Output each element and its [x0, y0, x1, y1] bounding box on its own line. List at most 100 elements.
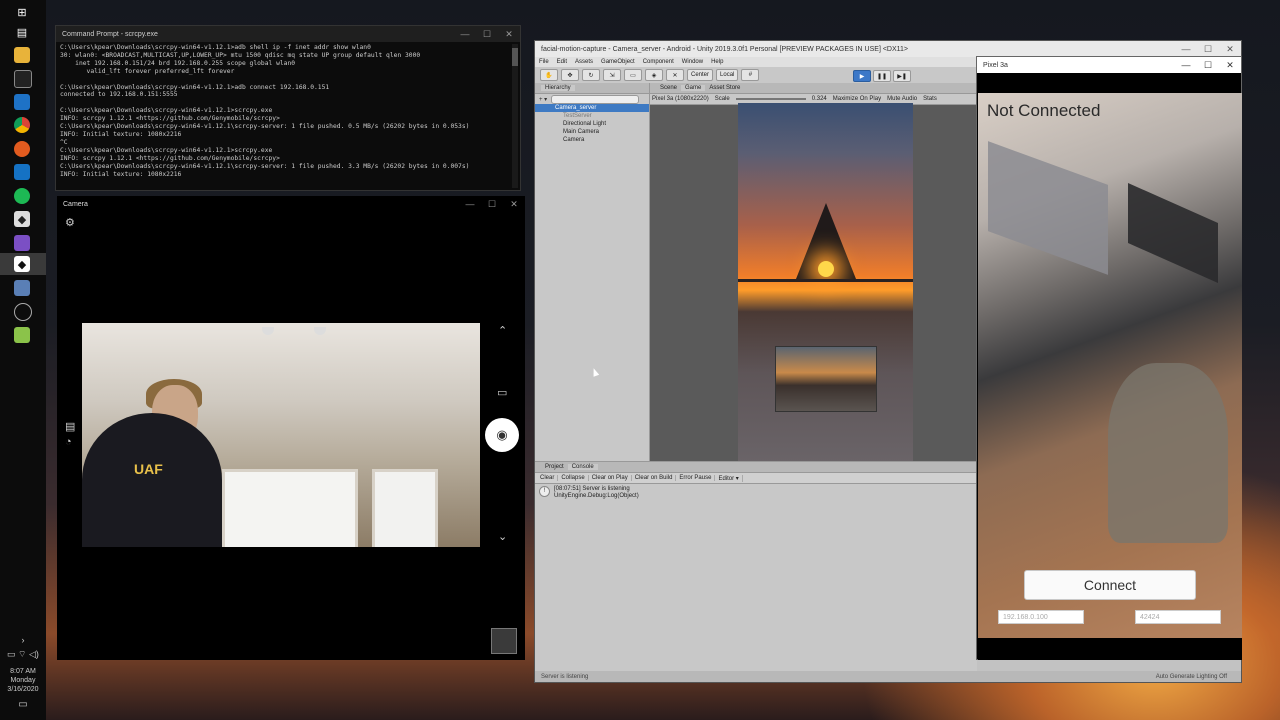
- maximize-icon[interactable]: ☐: [481, 196, 503, 212]
- close-icon[interactable]: ✕: [503, 196, 525, 212]
- game-canvas[interactable]: [738, 103, 913, 463]
- hierarchy-item-testserver[interactable]: TestServer: [535, 112, 649, 120]
- stats-toggle[interactable]: Stats: [923, 96, 937, 102]
- close-icon[interactable]: ✕: [1219, 41, 1241, 57]
- hierarchy-item-main-camera[interactable]: Main Camera: [535, 128, 649, 136]
- firefox-icon[interactable]: [14, 141, 30, 157]
- menu-window[interactable]: Window: [682, 59, 703, 65]
- take-photo-button[interactable]: ◉: [485, 418, 519, 452]
- console-editor-dropdown[interactable]: Editor ▾: [715, 474, 743, 482]
- minimize-icon[interactable]: —: [1175, 41, 1197, 57]
- spotify-icon[interactable]: [14, 188, 30, 204]
- outlook-icon[interactable]: [14, 164, 30, 180]
- hand-tool-icon[interactable]: ✋: [540, 69, 558, 81]
- display-resolution-dropdown[interactable]: Pixel 3a (1080x2220): [652, 96, 709, 102]
- minimize-icon[interactable]: —: [454, 26, 476, 42]
- scale-tool-icon[interactable]: ⇲: [603, 69, 621, 81]
- auto-lighting-status[interactable]: Auto Generate Lighting Off: [1156, 674, 1241, 680]
- clock-icon[interactable]: [14, 303, 32, 321]
- cmd-output[interactable]: C:\Users\kpear\Downloads\scrcpy-win64-v1…: [56, 42, 520, 192]
- tray-icons[interactable]: ▭ ⌔ ◁): [0, 650, 46, 659]
- minimize-icon[interactable]: —: [459, 196, 481, 212]
- console-clear-on-play-button[interactable]: Clear on Play: [589, 475, 632, 481]
- hierarchy-add-button[interactable]: + ▾: [539, 96, 547, 103]
- rotate-tool-icon[interactable]: ↻: [582, 69, 600, 81]
- hdr-icon[interactable]: ▤: [65, 420, 75, 433]
- cmd-line: C:\Users\kpear\Downloads\scrcpy-win64-v1…: [60, 162, 470, 170]
- notification-icon[interactable]: ▭: [0, 700, 46, 710]
- camera-titlebar[interactable]: Camera — ☐ ✕: [57, 196, 525, 212]
- port-input[interactable]: 42424: [1135, 610, 1221, 624]
- camera-icon[interactable]: [14, 280, 30, 296]
- menu-help[interactable]: Help: [711, 59, 723, 65]
- visual-studio-icon[interactable]: [14, 235, 30, 251]
- timer-icon[interactable]: ◔: [65, 436, 72, 448]
- console-clear-button[interactable]: Clear: [537, 475, 559, 481]
- pivot-local-toggle[interactable]: Local: [716, 69, 739, 81]
- transform-tool-icon[interactable]: ◈: [645, 69, 663, 81]
- task-view-icon[interactable]: ▤: [14, 24, 30, 40]
- maximize-on-play-toggle[interactable]: Maximize On Play: [833, 96, 881, 102]
- menu-gameobject[interactable]: GameObject: [601, 59, 635, 65]
- connect-button[interactable]: Connect: [1024, 570, 1196, 600]
- clock-day[interactable]: Monday: [0, 676, 46, 685]
- unity-icon[interactable]: ◆: [14, 256, 30, 272]
- file-explorer-icon[interactable]: [14, 47, 30, 63]
- console-error-pause-button[interactable]: Error Pause: [676, 475, 716, 481]
- minimize-icon[interactable]: —: [1175, 57, 1197, 73]
- vscode-icon[interactable]: [14, 94, 30, 110]
- status-message[interactable]: Server is listening: [541, 674, 588, 680]
- rect-tool-icon[interactable]: ▭: [624, 69, 642, 81]
- tab-game[interactable]: Game: [681, 85, 706, 91]
- hierarchy-tab[interactable]: Hierarchy: [535, 83, 649, 94]
- tray-chevron-icon[interactable]: ›: [0, 636, 46, 645]
- ip-address-input[interactable]: 192.168.0.100: [998, 610, 1084, 624]
- move-tool-icon[interactable]: ✥: [561, 69, 579, 81]
- cmd-scrollbar[interactable]: [512, 44, 518, 188]
- custom-tool-icon[interactable]: ✕: [666, 69, 684, 81]
- menu-file[interactable]: File: [539, 59, 549, 65]
- menu-assets[interactable]: Assets: [575, 59, 593, 65]
- play-button[interactable]: ▶: [853, 70, 871, 82]
- console-clear-on-build-button[interactable]: Clear on Build: [632, 475, 677, 481]
- hierarchy-item-camera-server[interactable]: Camera_server: [535, 104, 649, 112]
- hierarchy-item-directional-light[interactable]: Directional Light: [535, 120, 649, 128]
- hierarchy-search-input[interactable]: [551, 94, 640, 104]
- clock-date[interactable]: 3/16/2020: [0, 685, 46, 694]
- cmd-titlebar[interactable]: Command Prompt - scrcpy.exe — ☐ ✕: [56, 26, 520, 42]
- step-button[interactable]: ▶❚: [893, 70, 912, 82]
- maximize-icon[interactable]: ☐: [476, 26, 498, 42]
- video-mode-icon[interactable]: ▭: [497, 386, 507, 399]
- tab-asset-store[interactable]: Asset Store: [705, 85, 744, 91]
- close-icon[interactable]: ✕: [1219, 57, 1241, 73]
- tab-project[interactable]: Project: [541, 464, 568, 470]
- settings-gear-icon[interactable]: ⚙: [65, 216, 75, 229]
- menu-edit[interactable]: Edit: [557, 59, 567, 65]
- maximize-icon[interactable]: ☐: [1197, 57, 1219, 73]
- pause-button[interactable]: ❚❚: [873, 70, 892, 82]
- terminal-icon[interactable]: [14, 70, 32, 88]
- android-icon[interactable]: [14, 327, 30, 343]
- unity-hub-icon[interactable]: ◆: [14, 211, 30, 227]
- maximize-icon[interactable]: ☐: [1197, 41, 1219, 57]
- unity-titlebar[interactable]: facial-motion-capture - Camera_server - …: [535, 41, 1241, 57]
- grid-snap-icon[interactable]: #: [741, 69, 760, 81]
- phone-screen[interactable]: Not Connected Connect 192.168.0.100 4242…: [978, 93, 1242, 638]
- chevron-up-icon[interactable]: ⌃: [498, 324, 507, 337]
- close-icon[interactable]: ✕: [498, 26, 520, 42]
- menu-component[interactable]: Component: [643, 59, 674, 65]
- clock-time[interactable]: 8:07 AM: [0, 667, 46, 676]
- mute-audio-toggle[interactable]: Mute Audio: [887, 96, 917, 102]
- tab-console[interactable]: Console: [567, 464, 598, 470]
- windows-start-icon[interactable]: ⊞: [14, 4, 30, 20]
- chevron-down-icon[interactable]: ⌄: [498, 530, 507, 543]
- tab-scene[interactable]: Scene: [656, 85, 681, 91]
- console-collapse-button[interactable]: Collapse: [558, 475, 589, 481]
- pivot-center-toggle[interactable]: Center: [687, 69, 714, 81]
- console-log-entry[interactable]: ! [08:07:51] Server is listening UnityEn…: [535, 484, 977, 502]
- pixel-titlebar[interactable]: Pixel 3a — ☐ ✕: [977, 57, 1241, 73]
- hierarchy-item-camera[interactable]: Camera: [535, 136, 649, 144]
- chrome-icon[interactable]: [14, 117, 30, 133]
- last-photo-thumbnail[interactable]: [491, 628, 517, 654]
- scale-slider[interactable]: [735, 98, 806, 100]
